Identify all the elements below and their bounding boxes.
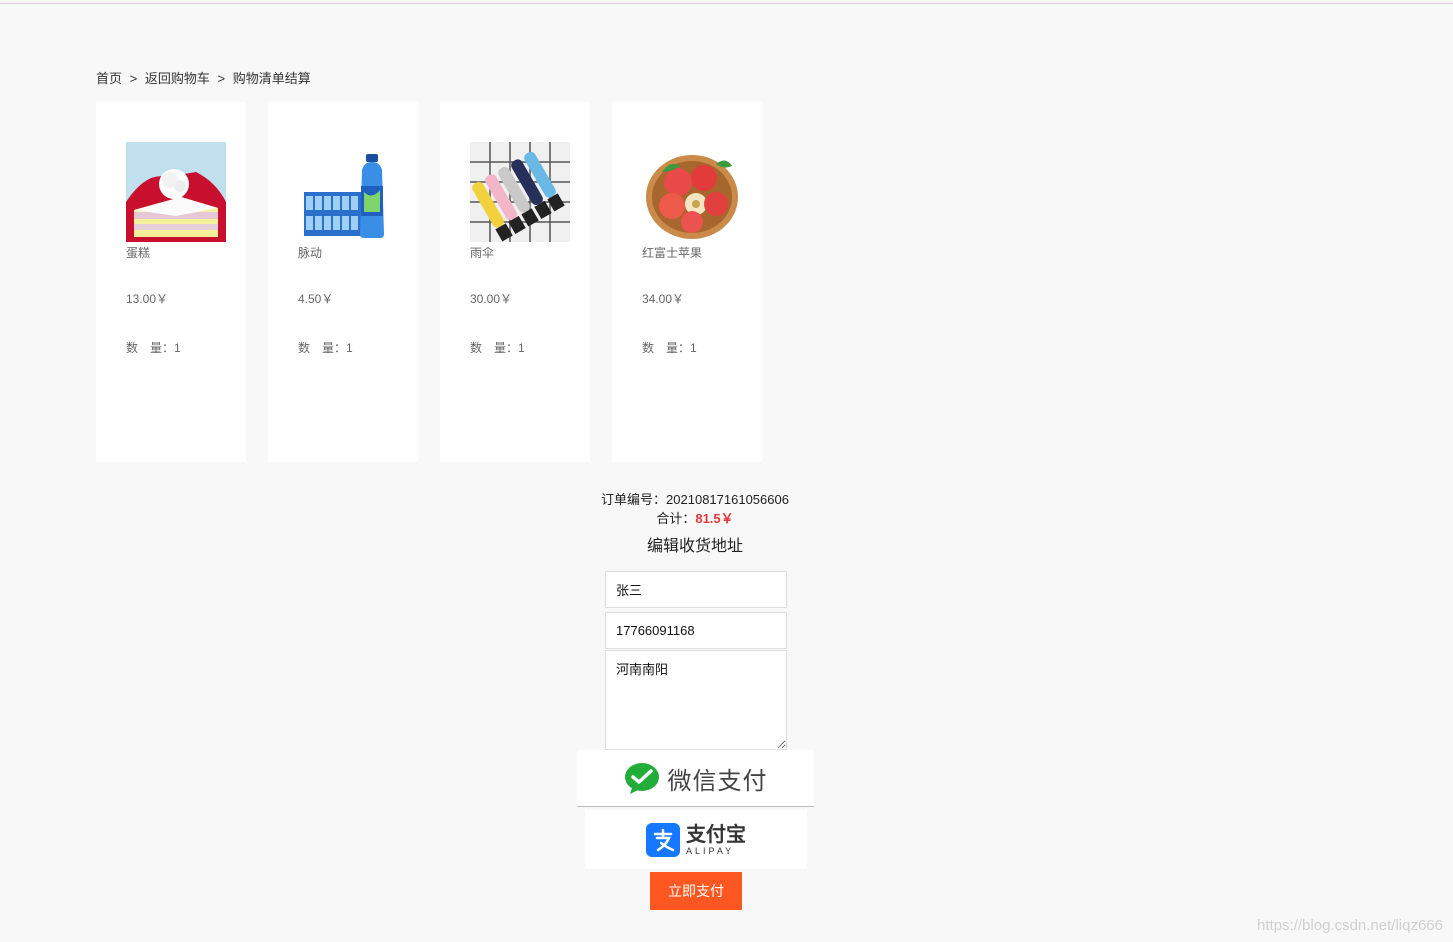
alipay-label-en: ALIPAY bbox=[686, 845, 735, 856]
product-list: 蛋糕 13.00￥ 数 量：1 脉动 4.50￥ 数 量：1 雨伞 30.00￥… bbox=[96, 102, 784, 462]
alipay-option[interactable]: 支付宝 ALIPAY bbox=[585, 810, 807, 869]
address-title: 编辑收货地址 bbox=[646, 538, 743, 555]
breadcrumb: 首页 > 返回购物车 > 购物清单结算 bbox=[96, 68, 311, 87]
breadcrumb-home-link[interactable]: 首页 bbox=[96, 71, 122, 86]
product-card: 脉动 4.50￥ 数 量：1 bbox=[268, 102, 418, 462]
order-number: 订单编号：20210817161056606 bbox=[0, 490, 1390, 509]
product-price: 30.00￥ bbox=[470, 292, 513, 306]
product-card: 蛋糕 13.00￥ 数 量：1 bbox=[96, 102, 246, 462]
phone-input[interactable] bbox=[605, 612, 787, 649]
drink-bottle-image bbox=[298, 142, 398, 242]
quantity-value: 1 bbox=[518, 341, 525, 355]
wechat-pay-option[interactable]: 微信支付 bbox=[577, 750, 814, 807]
alipay-label-cn: 支付宝 bbox=[686, 823, 746, 846]
breadcrumb-current: 购物清单结算 bbox=[232, 71, 311, 86]
product-quantity: 数 量：1 bbox=[470, 339, 590, 356]
product-card: 雨伞 30.00￥ 数 量：1 bbox=[440, 102, 590, 462]
quantity-value: 1 bbox=[174, 341, 181, 355]
product-price: 34.00￥ bbox=[642, 292, 685, 306]
breadcrumb-cart-link[interactable]: 返回购物车 bbox=[145, 71, 210, 86]
alipay-icon bbox=[646, 822, 680, 857]
product-quantity: 数 量：1 bbox=[642, 339, 762, 356]
product-name: 红富士苹果 bbox=[642, 246, 703, 260]
order-total-label: 合计： bbox=[656, 511, 696, 526]
apple-basket-image bbox=[642, 142, 742, 242]
product-price: 13.00￥ bbox=[126, 292, 169, 306]
quantity-label: 数 量： bbox=[470, 341, 519, 355]
order-summary: 订单编号：20210817161056606 合计：81.5￥ 编辑收货地址 bbox=[0, 490, 1390, 562]
umbrella-image bbox=[470, 142, 570, 242]
product-card: 红富士苹果 34.00￥ 数 量：1 bbox=[612, 102, 762, 462]
quantity-value: 1 bbox=[690, 341, 697, 355]
order-number-label: 订单编号： bbox=[601, 492, 667, 507]
product-price: 4.50￥ bbox=[298, 292, 334, 306]
pay-now-button[interactable]: 立即支付 bbox=[650, 872, 742, 910]
breadcrumb-separator: > bbox=[129, 71, 138, 86]
address-form: 河南南阳 bbox=[605, 571, 787, 750]
wechat-pay-label: 微信支付 bbox=[667, 767, 768, 795]
product-quantity: 数 量：1 bbox=[126, 339, 246, 356]
order-total: 合计：81.5￥ bbox=[0, 509, 1390, 528]
breadcrumb-separator: > bbox=[217, 71, 226, 86]
cake-image bbox=[126, 142, 226, 242]
quantity-label: 数 量： bbox=[298, 341, 347, 355]
product-name: 雨伞 bbox=[470, 246, 495, 260]
top-divider bbox=[0, 3, 1453, 4]
quantity-label: 数 量： bbox=[126, 341, 175, 355]
product-name: 脉动 bbox=[298, 246, 323, 260]
wechat-pay-icon bbox=[624, 763, 659, 794]
quantity-label: 数 量： bbox=[642, 341, 691, 355]
address-textarea[interactable]: 河南南阳 bbox=[605, 650, 787, 750]
watermark: https://blog.csdn.net/liqz666 bbox=[1257, 917, 1443, 934]
quantity-value: 1 bbox=[346, 341, 353, 355]
order-number-value: 20210817161056606 bbox=[666, 492, 789, 507]
alipay-wordmark: 支付宝 ALIPAY bbox=[686, 824, 746, 856]
product-name: 蛋糕 bbox=[126, 246, 151, 260]
recipient-name-input[interactable] bbox=[605, 571, 787, 608]
product-quantity: 数 量：1 bbox=[298, 339, 418, 356]
order-total-value: 81.5￥ bbox=[695, 511, 734, 526]
